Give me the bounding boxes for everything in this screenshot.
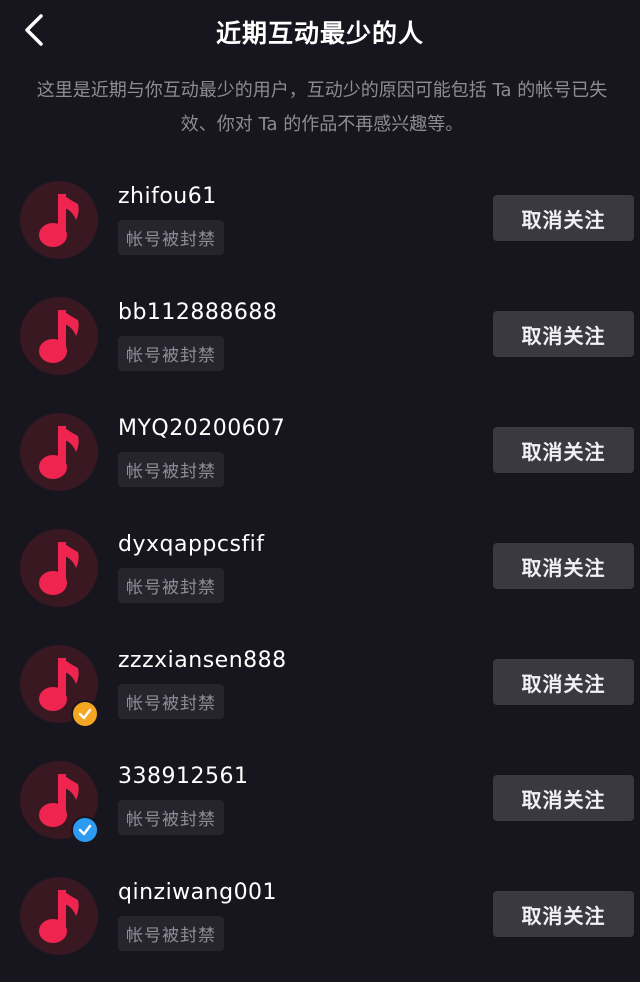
username: zzzxiansen888 xyxy=(118,648,287,673)
status-badge: 帐号被封禁 xyxy=(118,452,224,487)
page-description: 这里是近期与你互动最少的用户，互动少的原因可能包括 Ta 的帐号已失效、你对 T… xyxy=(36,80,608,135)
username: bb112888688 xyxy=(118,300,278,325)
unfollow-button[interactable]: 取消关注 xyxy=(493,659,634,705)
music-note-icon xyxy=(39,426,79,479)
unfollow-button[interactable]: 取消关注 xyxy=(493,427,634,473)
username: qinziwang001 xyxy=(118,880,278,905)
list-item: MYQ20200607 帐号被封禁 取消关注 xyxy=(0,402,640,518)
status-badge: 帐号被封禁 xyxy=(118,568,224,603)
avatar[interactable] xyxy=(20,413,98,491)
unfollow-button[interactable]: 取消关注 xyxy=(493,195,634,241)
unfollow-button[interactable]: 取消关注 xyxy=(493,775,634,821)
list-item: qinziwang001 帐号被封禁 取消关注 xyxy=(0,866,640,982)
avatar[interactable] xyxy=(20,529,98,607)
music-note-icon xyxy=(39,310,79,363)
user-list: zhifou61 帐号被封禁 取消关注 bb112888688 帐号被封禁 取消… xyxy=(0,170,640,982)
checkmark-icon xyxy=(78,708,92,720)
list-item: zzzxiansen888 帐号被封禁 取消关注 xyxy=(0,634,640,750)
status-badge: 帐号被封禁 xyxy=(118,684,224,719)
list-item: 338912561 帐号被封禁 取消关注 xyxy=(0,750,640,866)
unfollow-button[interactable]: 取消关注 xyxy=(493,311,634,357)
music-note-icon xyxy=(39,890,79,943)
list-item: dyxqappcsfif 帐号被封禁 取消关注 xyxy=(0,518,640,634)
username: dyxqappcsfif xyxy=(118,532,265,557)
status-badge: 帐号被封禁 xyxy=(118,336,224,371)
username: MYQ20200607 xyxy=(118,416,286,441)
music-note-icon xyxy=(39,194,79,247)
unfollow-button[interactable]: 取消关注 xyxy=(493,543,634,589)
verified-badge-icon xyxy=(71,700,99,728)
username: 338912561 xyxy=(118,764,249,789)
music-note-icon xyxy=(39,542,79,595)
avatar[interactable] xyxy=(20,297,98,375)
list-item: zhifou61 帐号被封禁 取消关注 xyxy=(0,170,640,286)
status-badge: 帐号被封禁 xyxy=(118,916,224,951)
username: zhifou61 xyxy=(118,184,217,209)
status-badge: 帐号被封禁 xyxy=(118,220,224,255)
avatar[interactable] xyxy=(20,877,98,955)
unfollow-button[interactable]: 取消关注 xyxy=(493,891,634,937)
status-badge: 帐号被封禁 xyxy=(118,800,224,835)
list-item: bb112888688 帐号被封禁 取消关注 xyxy=(0,286,640,402)
top-bar: 近期互动最少的人 xyxy=(0,0,640,62)
verified-badge-icon xyxy=(71,816,99,844)
checkmark-icon xyxy=(78,824,92,836)
avatar[interactable] xyxy=(20,181,98,259)
page-title: 近期互动最少的人 xyxy=(215,19,424,48)
